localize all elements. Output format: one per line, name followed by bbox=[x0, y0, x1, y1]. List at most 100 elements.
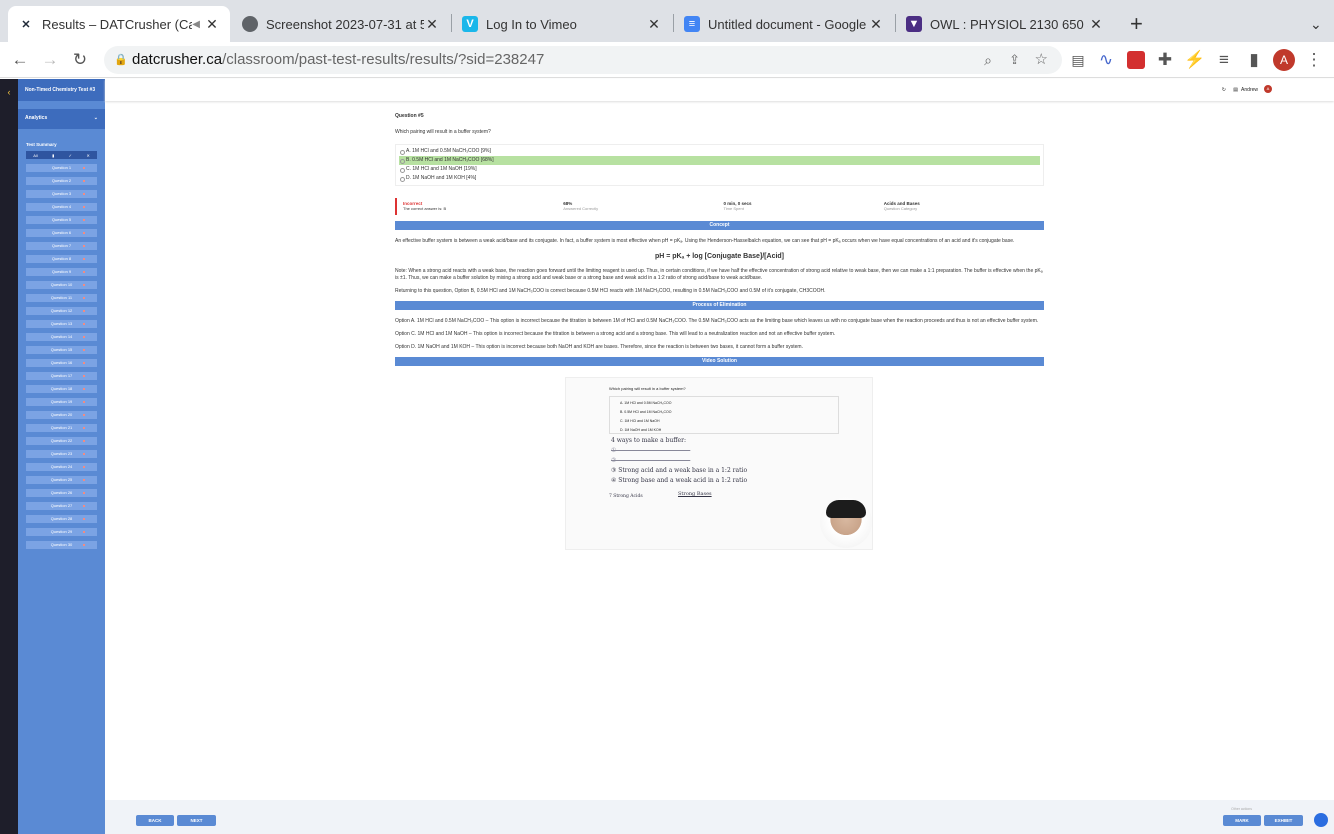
note-text: Note: When a strong acid reacts with a w… bbox=[395, 268, 1043, 281]
sidebar-question-item[interactable]: Question 13 bbox=[26, 320, 97, 328]
sidebar-question-item[interactable]: Question 11 bbox=[26, 294, 97, 302]
sidebar-question-item[interactable]: Question 30 bbox=[26, 541, 97, 549]
sidebar-question-item[interactable]: Question 28 bbox=[26, 515, 97, 523]
sidebar-question-item[interactable]: Question 22 bbox=[26, 437, 97, 445]
user-name[interactable]: Andrew bbox=[1241, 87, 1258, 93]
sidebar-question-item[interactable]: Question 3 bbox=[26, 190, 97, 198]
address-bar[interactable]: 🔒 datcrusher.ca/classroom/past-test-resu… bbox=[104, 46, 1062, 74]
video-player[interactable]: Which pairing will result in a buffer sy… bbox=[565, 377, 873, 550]
new-tab-button[interactable]: + bbox=[1120, 6, 1150, 42]
time-spent: 0 min, 0 secs bbox=[723, 201, 752, 206]
sidebar-question-item[interactable]: Question 26 bbox=[26, 489, 97, 497]
next-button[interactable]: NEXT bbox=[177, 815, 216, 826]
sidebar-question-item[interactable]: Question 17 bbox=[26, 372, 97, 380]
close-tab-icon[interactable]: ✕ bbox=[1088, 16, 1104, 33]
sidebar-question-item[interactable]: Question 20 bbox=[26, 411, 97, 419]
tab-vimeo[interactable]: V Log In to Vimeo ✕ bbox=[452, 6, 672, 42]
mute-icon[interactable]: ◀ bbox=[192, 19, 200, 30]
status-dot-icon bbox=[83, 245, 85, 247]
tab-title: Untitled document - Google Do bbox=[708, 16, 868, 32]
reload-icon[interactable]: ↻ bbox=[68, 48, 92, 72]
profile-avatar[interactable]: A bbox=[1273, 49, 1295, 71]
strong-bases-heading: Strong Bases bbox=[678, 491, 712, 497]
filter-toolbar: All ▮ ✓ ✕ bbox=[26, 151, 97, 159]
option-b[interactable]: B. 0.5M HCl and 1M NaCH₃COO [68%] bbox=[399, 156, 1040, 165]
sidebar-question-item[interactable]: Question 12 bbox=[26, 307, 97, 315]
sidebar-question-item[interactable]: Question 27 bbox=[26, 502, 97, 510]
sidebar-question-item[interactable]: Question 4 bbox=[26, 203, 97, 211]
sidebar-question-item[interactable]: Question 15 bbox=[26, 346, 97, 354]
close-tab-icon[interactable]: ✕ bbox=[868, 16, 884, 33]
x-filter-icon[interactable]: ✕ bbox=[86, 153, 89, 158]
sidebar-question-item[interactable]: Question 23 bbox=[26, 450, 97, 458]
performance-icon[interactable]: ⚡ bbox=[1183, 48, 1207, 72]
sidebar-question-item[interactable]: Question 2 bbox=[26, 177, 97, 185]
back-button[interactable]: BACK bbox=[136, 815, 174, 826]
sidebar-question-item[interactable]: Question 16 bbox=[26, 359, 97, 367]
sidebar-question-item[interactable]: Question 1 bbox=[26, 164, 97, 172]
sidebar-question-item[interactable]: Question 25 bbox=[26, 476, 97, 484]
sidebar-question-item[interactable]: Question 6 bbox=[26, 229, 97, 237]
pdf-extension-icon[interactable] bbox=[1127, 51, 1145, 69]
analytics-dropdown[interactable]: Analytics ⌄ bbox=[18, 109, 105, 129]
sidebar-question-item[interactable]: Question 9 bbox=[26, 268, 97, 276]
sidebar-question-item[interactable]: Question 5 bbox=[26, 216, 97, 224]
tab-results[interactable]: ✕ Results – DATCrusher (Can ◀ ✕ bbox=[8, 6, 230, 42]
menu-icon[interactable]: ⋮ bbox=[1302, 48, 1326, 72]
back-icon[interactable]: ← bbox=[8, 48, 32, 72]
notes-icon[interactable]: ▤ bbox=[1233, 87, 1238, 93]
datcrusher-icon: ✕ bbox=[21, 18, 31, 31]
tab-owl[interactable]: ▼ OWL : PHYSIOL 2130 650 SU2 ✕ bbox=[896, 6, 1114, 42]
extensions-puzzle-icon[interactable]: ✚ bbox=[1153, 48, 1177, 72]
sidebar-question-item[interactable]: Question 21 bbox=[26, 424, 97, 432]
mark-button[interactable]: MARK bbox=[1223, 815, 1261, 826]
status-dot-icon bbox=[83, 167, 85, 169]
tab-search-icon[interactable]: ⌄ bbox=[1300, 6, 1330, 42]
bookmark-filter-icon[interactable]: ▮ bbox=[52, 153, 54, 158]
user-avatar[interactable]: A bbox=[1264, 85, 1272, 93]
status-dot-icon bbox=[83, 310, 85, 312]
sidebar-question-item[interactable]: Question 19 bbox=[26, 398, 97, 406]
exhibit-button[interactable]: EXHIBIT bbox=[1264, 815, 1303, 826]
extension-calculator-icon[interactable]: ▤ bbox=[1066, 48, 1090, 72]
share-icon[interactable]: ⇪ bbox=[1009, 46, 1020, 74]
status-dot-icon bbox=[83, 518, 85, 520]
google-docs-icon: ≡ bbox=[684, 16, 700, 32]
chevron-down-icon: ⌄ bbox=[93, 115, 98, 121]
status-dot-icon bbox=[83, 323, 85, 325]
tab-google-doc[interactable]: ≡ Untitled document - Google Do ✕ bbox=[674, 6, 894, 42]
check-filter-icon[interactable]: ✓ bbox=[69, 153, 72, 158]
tab-title: Log In to Vimeo bbox=[486, 16, 577, 32]
chat-icon[interactable] bbox=[1314, 813, 1328, 827]
sidebar-question-item[interactable]: Question 14 bbox=[26, 333, 97, 341]
sidebar-question-item[interactable]: Question 29 bbox=[26, 528, 97, 536]
status-dot-icon bbox=[83, 271, 85, 273]
option-c[interactable]: C. 1M HCl and 1M NaOH [19%] bbox=[399, 165, 1040, 174]
video-prompt: Which pairing will result in a buffer sy… bbox=[609, 386, 686, 391]
sidebar-question-item[interactable]: Question 24 bbox=[26, 463, 97, 471]
filter-all[interactable]: All bbox=[33, 153, 37, 158]
video-option: C. 1M HCl and 1M NaOH bbox=[620, 419, 660, 423]
sidebar-question-item[interactable]: Question 7 bbox=[26, 242, 97, 250]
tab-screenshot[interactable]: Screenshot 2023-07-31 at 5.0 ✕ bbox=[232, 6, 450, 42]
handwritten-note: ③ Strong acid and a weak base in a 1:2 r… bbox=[611, 467, 748, 474]
sidebar-question-item[interactable]: Question 8 bbox=[26, 255, 97, 263]
collapse-sidebar-icon[interactable]: ‹ bbox=[0, 87, 18, 97]
side-panel-icon[interactable]: ▮ bbox=[1242, 48, 1266, 72]
close-tab-icon[interactable]: ✕ bbox=[646, 16, 662, 33]
close-tab-icon[interactable]: ✕ bbox=[424, 16, 440, 33]
bookmark-star-icon[interactable]: ☆ bbox=[1035, 46, 1048, 74]
extension-wave-icon[interactable]: ∿ bbox=[1094, 48, 1118, 72]
sidebar-question-item[interactable]: Question 10 bbox=[26, 281, 97, 289]
refresh-icon[interactable]: ↻ bbox=[1222, 87, 1226, 93]
status-dot-icon bbox=[83, 479, 85, 481]
sidebar-question-item[interactable]: Question 18 bbox=[26, 385, 97, 393]
reading-list-icon[interactable]: ≡ bbox=[1212, 48, 1236, 72]
zoom-icon[interactable]: ⌕ bbox=[984, 46, 992, 74]
close-tab-icon[interactable]: ✕ bbox=[204, 16, 220, 33]
option-a[interactable]: A. 1M HCl and 0.5M NaCH₃COO [9%] bbox=[399, 147, 1040, 156]
tab-title: OWL : PHYSIOL 2130 650 SU2 bbox=[930, 16, 1088, 32]
question-review: Question #5 Which pairing will result in… bbox=[395, 113, 1044, 366]
option-d[interactable]: D. 1M NaOH and 1M KOH [4%] bbox=[399, 174, 1040, 183]
forward-icon[interactable]: → bbox=[38, 48, 62, 72]
